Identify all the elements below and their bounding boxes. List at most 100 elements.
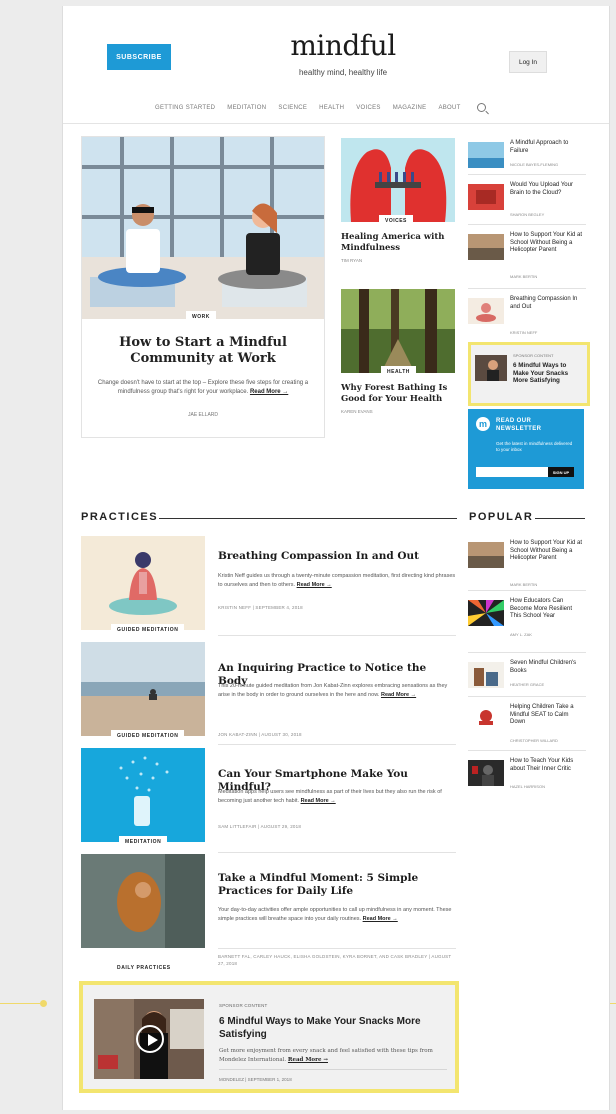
sponsored-label: SPONSOR CONTENT: [219, 1003, 268, 1008]
practice-item[interactable]: DAILY PRACTICES Take a Mindful Moment: 5…: [81, 854, 457, 974]
divider: [218, 948, 456, 949]
divider: [468, 288, 586, 289]
nav-meditation[interactable]: MEDITATION: [227, 105, 266, 111]
list-item-author: CHRISTOPHER WILLARD: [510, 738, 558, 743]
practice-description: Your day-to-day activities offer ample o…: [218, 906, 456, 923]
story-author[interactable]: TIM RYAN: [341, 258, 362, 263]
sponsored-card[interactable]: SPONSOR CONTENT 6 Mindful Ways to Make Y…: [79, 981, 459, 1093]
story-image-health: [341, 289, 455, 373]
callout-dot: [40, 1000, 47, 1007]
list-item-title[interactable]: Breathing Compassion In and Out: [510, 296, 584, 311]
list-item-title[interactable]: Seven Mindful Children's Books: [510, 660, 584, 675]
feature-read-more-link[interactable]: Read More →: [250, 389, 288, 395]
list-item-title[interactable]: A Mindful Approach to Failure: [510, 140, 584, 155]
list-item-author: SHARON BEGLEY: [510, 212, 545, 217]
subscribe-button[interactable]: SUBSCRIBE: [107, 44, 171, 70]
practice-item[interactable]: GUIDED MEDITATION An Inquiring Practice …: [81, 642, 457, 745]
practice-meta: SAM LITTLEFAIR | AUGUST 29, 2018: [218, 824, 302, 829]
divider: [468, 224, 586, 225]
nav-voices[interactable]: VOICES: [356, 105, 380, 111]
feature-card[interactable]: WORK How to Start a Mindful Community at…: [81, 136, 325, 438]
nav-about[interactable]: ABOUT: [438, 105, 460, 111]
list-item-author: AMY L. ZAK: [510, 632, 532, 637]
play-icon[interactable]: [136, 1025, 164, 1053]
read-more-link[interactable]: Read More →: [381, 692, 416, 698]
practice-meta: KRISTIN NEFF | SEPTEMBER 4, 2018: [218, 605, 303, 610]
newsletter-description: Get the latest in mindfulness delivered …: [496, 441, 573, 452]
nav-health[interactable]: HEALTH: [319, 105, 344, 111]
list-item-author: HAZEL HARRISON: [510, 784, 545, 789]
list-item-title[interactable]: How to Teach Your Kids about Their Inner…: [510, 758, 584, 773]
list-item-title[interactable]: How Educators Can Become More Resilient …: [510, 598, 584, 621]
list-item-author: MARK BERTIN: [510, 582, 538, 587]
story-title[interactable]: Healing America with Mindfulness: [341, 232, 451, 254]
practice-image: [81, 536, 205, 630]
divider: [468, 696, 586, 697]
feature-description: Change doesn't have to start at the top …: [94, 379, 312, 397]
read-more-link[interactable]: Read More →: [288, 1057, 328, 1063]
list-item-title[interactable]: How to Support Your Kid at School Withou…: [510, 540, 584, 563]
divider: [218, 744, 456, 745]
practice-image: [81, 748, 205, 842]
list-item-title[interactable]: Would You Upload Your Brain to the Cloud…: [510, 182, 584, 197]
newsletter-title: READ OUR NEWSLETTER: [496, 418, 542, 432]
practice-item[interactable]: GUIDED MEDITATION Breathing Compassion I…: [81, 536, 457, 636]
feature-tag[interactable]: WORK: [186, 311, 216, 323]
story-author[interactable]: KAREN EVANS: [341, 409, 373, 414]
divider: [468, 652, 586, 653]
practice-title[interactable]: Take a Mindful Moment: 5 Simple Practice…: [218, 872, 458, 898]
thumbnail: [468, 142, 504, 168]
sponsored-label: SPONSOR CONTENT: [513, 353, 554, 358]
sponsored-video-thumbnail[interactable]: [94, 999, 204, 1079]
sponsored-card-small[interactable]: SPONSOR CONTENT 6 Mindful Ways to Make Y…: [468, 342, 590, 406]
nav-getting-started[interactable]: GETTING STARTED: [155, 105, 215, 111]
login-button[interactable]: Log In: [509, 51, 547, 73]
sponsored-thumbnail: [475, 355, 507, 381]
nav-science[interactable]: SCIENCE: [278, 105, 307, 111]
feature-author[interactable]: JAE ELLARD: [94, 412, 312, 418]
story-card[interactable]: VOICES Healing America with Mindfulness …: [341, 138, 455, 278]
practice-tag[interactable]: GUIDED MEDITATION: [111, 730, 185, 742]
sponsored-title[interactable]: 6 Mindful Ways to Make Your Snacks More …: [219, 1015, 449, 1041]
practice-tag[interactable]: DAILY PRACTICES: [111, 962, 177, 974]
nav-magazine[interactable]: MAGAZINE: [393, 105, 427, 111]
signup-button[interactable]: SIGN UP: [548, 467, 574, 477]
list-item-author: NICOLE BAYES-FLEMING: [510, 162, 559, 167]
search-icon[interactable]: [476, 103, 486, 112]
site-logo[interactable]: mindful: [253, 32, 433, 60]
thumbnail: [468, 600, 504, 626]
practice-meta: BARNETT FAL, CARLEY HAUCK, ELISHA GOLDST…: [218, 954, 452, 966]
list-item-author: KRISTIN NEFF: [510, 330, 538, 335]
read-more-link[interactable]: Read More →: [297, 582, 332, 588]
popular-rule: [535, 518, 585, 519]
newsletter-email-input[interactable]: [476, 467, 548, 477]
read-more-link[interactable]: Read More →: [363, 916, 398, 922]
site-tagline: healthy mind, healthy life: [298, 68, 388, 77]
thumbnail: [468, 184, 504, 210]
newsletter-box: m READ OUR NEWSLETTER Get the latest in …: [468, 409, 584, 489]
mindful-logo-icon: m: [476, 417, 490, 431]
practice-tag[interactable]: GUIDED MEDITATION: [111, 624, 185, 636]
list-item-title[interactable]: How to Support Your Kid at School Withou…: [510, 232, 584, 255]
callout-line-left: [0, 1003, 40, 1004]
practices-rule: [159, 518, 457, 519]
story-tag[interactable]: HEALTH: [381, 366, 416, 378]
list-item-title[interactable]: Helping Children Take a Mindful SEAT to …: [510, 704, 584, 727]
feature-title[interactable]: How to Start a Mindful Community at Work: [94, 335, 312, 367]
practice-tag[interactable]: MEDITATION: [119, 836, 168, 848]
divider: [218, 852, 456, 853]
practice-desc-text: Kristin Neff guides us through a twenty-…: [218, 573, 456, 588]
divider: [468, 750, 586, 751]
read-more-link[interactable]: Read More →: [301, 798, 336, 804]
practices-heading: PRACTICES: [81, 511, 159, 523]
practice-item[interactable]: MEDITATION Can Your Smartphone Make You …: [81, 748, 457, 853]
practice-title[interactable]: Breathing Compassion In and Out: [218, 550, 458, 563]
divider: [219, 1069, 447, 1070]
practice-image: [81, 642, 205, 736]
list-item-author: HEATHER GRACE: [510, 682, 545, 687]
story-card[interactable]: HEALTH Why Forest Bathing Is Good for Yo…: [341, 289, 455, 429]
story-tag[interactable]: VOICES: [379, 215, 413, 227]
divider: [218, 635, 456, 636]
sponsored-title[interactable]: 6 Mindful Ways to Make Your Snacks More …: [513, 362, 583, 385]
story-title[interactable]: Why Forest Bathing Is Good for Your Heal…: [341, 383, 455, 405]
